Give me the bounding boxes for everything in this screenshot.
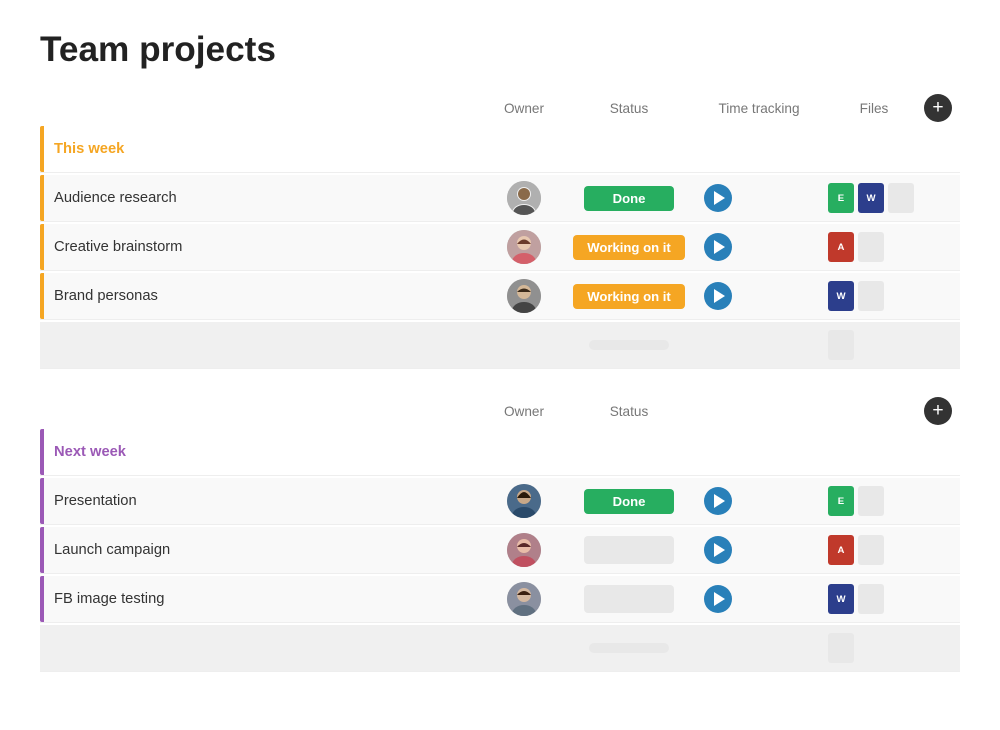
task-name-audience-research: Audience research [44,178,484,218]
file-empty-brainstorm [858,232,884,262]
time-fb-image-testing[interactable] [694,585,824,613]
owner-creative-brainstorm [484,230,564,264]
task-name-creative-brainstorm: Creative brainstorm [44,227,484,267]
avatar-person-female-4 [507,582,541,616]
task-row-presentation: Presentation Done E [40,478,960,525]
page-title: Team projects [40,30,960,70]
play-button-brand-personas[interactable] [704,282,732,310]
task-row-fb-image-testing: FB image testing W [40,576,960,623]
owner-header-next: Owner [484,404,564,419]
file-empty-presentation [858,486,884,516]
files-audience-research: E W [824,183,924,213]
files-header: Files [824,101,924,116]
play-icon-brand-personas [714,289,725,303]
add-next-week-button[interactable]: + [924,397,952,425]
status-header-next: Status [564,404,694,419]
play-button-audience-research[interactable] [704,184,732,212]
file-icon-word-audience[interactable]: W [858,183,884,213]
play-button-creative-brainstorm[interactable] [704,233,732,261]
files-fb-image-testing: W [824,584,924,614]
time-launch-campaign[interactable] [694,536,824,564]
time-header: Time tracking [694,101,824,116]
owner-presentation [484,484,564,518]
this-week-header-row: This week [40,126,960,173]
file-icon-word-fb[interactable]: W [828,584,854,614]
play-icon-presentation [714,494,725,508]
next-week-header-row: Next week [40,429,960,476]
status-presentation: Done [564,489,694,514]
file-empty-campaign [858,535,884,565]
time-creative-brainstorm[interactable] [694,233,824,261]
play-button-presentation[interactable] [704,487,732,515]
status-launch-campaign [564,536,694,564]
avatar-person-male-1 [507,181,541,215]
file-icon-excel-audience[interactable]: E [828,183,854,213]
this-week-section: Owner Status Time tracking Files + This … [40,94,960,369]
task-row-launch-campaign: Launch campaign A [40,527,960,574]
time-audience-research[interactable] [694,184,824,212]
add-this-week-button[interactable]: + [924,94,952,122]
next-week-title: Next week [44,432,960,472]
next-week-section: Owner Status + Next week Presentation Do… [40,397,960,672]
owner-fb-image-testing [484,582,564,616]
time-presentation[interactable] [694,487,824,515]
next-week-column-headers: Owner Status + [40,397,960,429]
play-icon-fb-image-testing [714,592,725,606]
this-week-empty-row [40,322,960,369]
file-icon-word-personas[interactable]: W [828,281,854,311]
next-week-empty-row [40,625,960,672]
time-brand-personas[interactable] [694,282,824,310]
owner-launch-campaign [484,533,564,567]
task-row-brand-personas: Brand personas Working on it W [40,273,960,320]
file-icon-acrobat-campaign[interactable]: A [828,535,854,565]
file-icon-excel-presentation[interactable]: E [828,486,854,516]
file-empty-personas [858,281,884,311]
task-name-brand-personas: Brand personas [44,276,484,316]
avatar-person-male-2 [507,279,541,313]
file-empty-fb [858,584,884,614]
files-presentation: E [824,486,924,516]
owner-brand-personas [484,279,564,313]
file-empty-audience [888,183,914,213]
play-icon-audience-research [714,191,725,205]
avatar-person-female-1 [507,230,541,264]
task-name-presentation: Presentation [44,481,484,521]
play-button-fb-image-testing[interactable] [704,585,732,613]
files-launch-campaign: A [824,535,924,565]
files-brand-personas: W [824,281,924,311]
status-creative-brainstorm: Working on it [564,235,694,260]
play-icon-launch-campaign [714,543,725,557]
avatar-person-female-2 [507,484,541,518]
task-row-creative-brainstorm: Creative brainstorm Working on it A [40,224,960,271]
status-header: Status [564,101,694,116]
this-week-title: This week [44,129,960,169]
owner-audience-research [484,181,564,215]
task-row-audience-research: Audience research Done E W [40,175,960,222]
play-button-launch-campaign[interactable] [704,536,732,564]
status-brand-personas: Working on it [564,284,694,309]
this-week-column-headers: Owner Status Time tracking Files + [40,94,960,126]
file-icon-acrobat-brainstorm[interactable]: A [828,232,854,262]
owner-header: Owner [484,101,564,116]
play-icon-creative-brainstorm [714,240,725,254]
task-name-launch-campaign: Launch campaign [44,530,484,570]
status-audience-research: Done [564,186,694,211]
status-fb-image-testing [564,585,694,613]
task-name-fb-image-testing: FB image testing [44,579,484,619]
avatar-person-female-3 [507,533,541,567]
files-creative-brainstorm: A [824,232,924,262]
